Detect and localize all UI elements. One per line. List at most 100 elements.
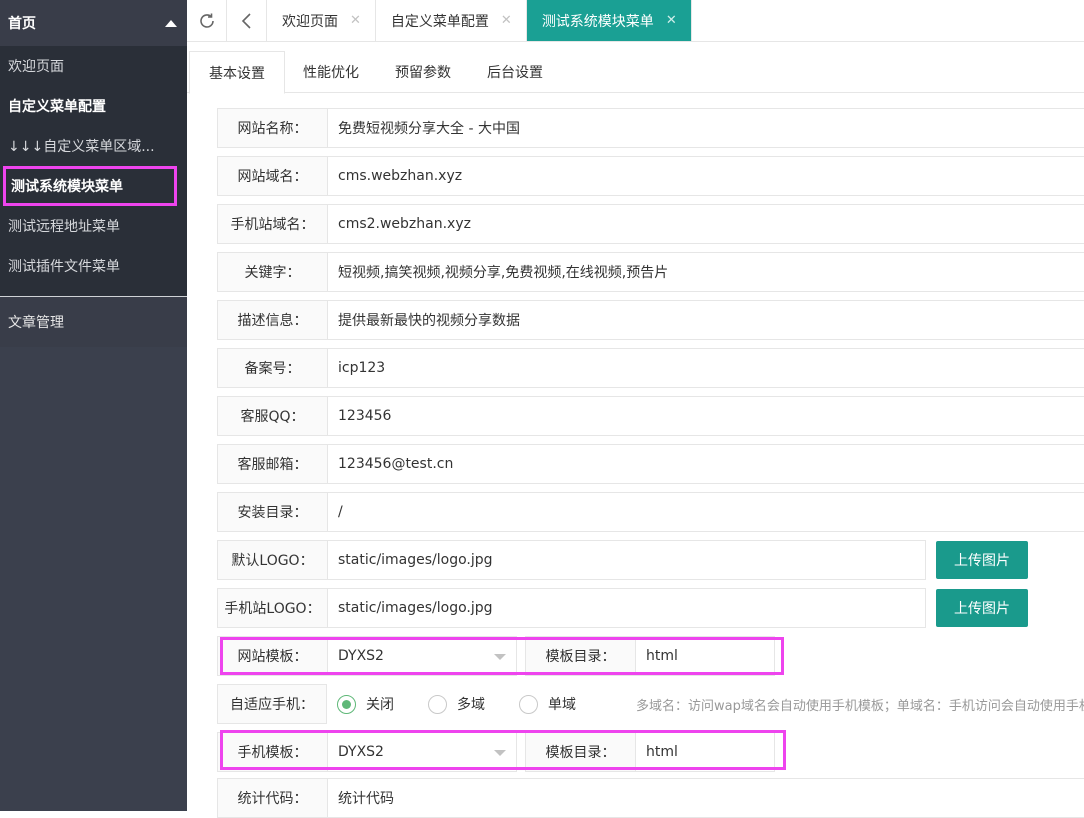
sidebar-item-label: 测试系统模块菜单 [11, 179, 123, 195]
sidebar-item-label: 测试插件文件菜单 [8, 259, 120, 275]
field-label: 关键字： [217, 252, 327, 292]
sidebar-header-home[interactable]: 首页 [0, 0, 187, 46]
sidebar-item-label: 欢迎页面 [8, 59, 64, 75]
sidebar-item-label: 文章管理 [8, 315, 64, 331]
tab-test-module[interactable]: 测试系统模块菜单 ✕ [526, 0, 692, 41]
email-input[interactable]: 123456@test.cn [327, 444, 1084, 484]
close-icon[interactable]: ✕ [350, 13, 361, 28]
qq-input[interactable]: 123456 [327, 396, 1084, 436]
site-domain-input[interactable]: cms.webzhan.xyz [327, 156, 1084, 196]
close-icon[interactable]: ✕ [501, 13, 512, 28]
sidebar-submenu: 欢迎页面 自定义菜单配置 ↓↓↓自定义菜单区域... 测试系统模块菜单 测试远程… [0, 46, 187, 296]
description-input[interactable]: 提供最新最快的视频分享数据 [327, 300, 1084, 340]
form-row-mobile-domain: 手机站域名： cms2.webzhan.xyz [217, 204, 1084, 244]
radio-option-off[interactable]: 关闭 [337, 694, 394, 714]
form-row-email: 客服邮箱： 123456@test.cn [217, 444, 1084, 484]
upload-mobile-logo-button[interactable]: 上传图片 [936, 589, 1028, 627]
tab-basic-settings[interactable]: 基本设置 [189, 51, 285, 94]
tab-label: 欢迎页面 [282, 13, 338, 30]
radio-unchecked-icon [428, 694, 447, 714]
refresh-icon[interactable] [187, 0, 227, 41]
sidebar-item-articles[interactable]: 文章管理 [0, 297, 187, 347]
site-name-input[interactable]: 免费短视频分享大全 - 大中国 [327, 108, 1084, 148]
radio-label: 多域 [457, 697, 485, 713]
mobile-template-select-value: DYXS2 [338, 744, 384, 760]
form-row-template: 网站模板： DYXS2 模板目录： html [217, 636, 775, 676]
field-label: 网站模板： [217, 636, 327, 676]
sidebar-empty-area [0, 347, 187, 811]
field-label: 客服邮箱： [217, 444, 327, 484]
field-label: 模板目录： [525, 732, 635, 772]
collapse-up-icon[interactable] [165, 19, 177, 27]
sidebar-item-test-plugin[interactable]: 测试插件文件菜单 [0, 246, 187, 286]
form-row-icp: 备案号： icp123 [217, 348, 1084, 388]
field-label: 模板目录： [525, 636, 635, 676]
radio-unchecked-icon [519, 694, 538, 714]
mobile-template-select[interactable]: DYXS2 [327, 732, 517, 772]
dropdown-caret-icon [494, 750, 506, 756]
radio-label: 单域 [548, 697, 576, 713]
sidebar-header-label: 首页 [8, 16, 36, 32]
upload-logo-button[interactable]: 上传图片 [936, 541, 1028, 579]
field-label: 统计代码： [217, 778, 327, 818]
tab-welcome[interactable]: 欢迎页面 ✕ [267, 0, 376, 41]
template-select[interactable]: DYXS2 [327, 636, 517, 676]
keywords-input[interactable]: 短视频,搞笑视频,视频分享,免费视频,在线视频,预告片 [327, 252, 1084, 292]
adaptive-hint-text: 多域名：访问wap域名会自动使用手机模板；单域名：手机访问会自动使用手机模板 [636, 698, 1084, 714]
tab-custom-menu[interactable]: 自定义菜单配置 ✕ [376, 0, 527, 41]
sidebar-item-label: ↓↓↓自定义菜单区域... [8, 139, 155, 155]
form-row-keywords: 关键字： 短视频,搞笑视频,视频分享,免费视频,在线视频,预告片 [217, 252, 1084, 292]
sidebar-item-label: 自定义菜单配置 [8, 99, 106, 115]
sidebar-item-custom-area[interactable]: ↓↓↓自定义菜单区域... [0, 126, 187, 166]
tab-label: 测试系统模块菜单 [541, 13, 654, 30]
template-select-value: DYXS2 [338, 648, 384, 664]
field-label: 手机站域名： [217, 204, 327, 244]
sidebar-item-test-remote[interactable]: 测试远程地址菜单 [0, 206, 187, 246]
form-row-description: 描述信息： 提供最新最快的视频分享数据 [217, 300, 1084, 340]
sidebar-item-label: 测试远程地址菜单 [8, 219, 120, 235]
tab-reserved-params[interactable]: 预留参数 [377, 51, 469, 93]
template-dir-input[interactable]: html [635, 636, 775, 676]
form-row-site-domain: 网站域名： cms.webzhan.xyz [217, 156, 1084, 196]
install-dir-input[interactable]: / [327, 492, 1084, 532]
tab-label: 预留参数 [395, 65, 451, 81]
close-icon[interactable]: ✕ [666, 13, 677, 28]
logo-input[interactable]: static/images/logo.jpg [327, 540, 926, 580]
field-label: 默认LOGO： [217, 540, 327, 580]
tab-bar: 欢迎页面 ✕ 自定义菜单配置 ✕ 测试系统模块菜单 ✕ [187, 0, 1084, 42]
radio-option-multi-domain[interactable]: 多域 [428, 694, 485, 714]
form-row-mobile-template: 手机模板： DYXS2 模板目录： html [217, 732, 775, 772]
dropdown-caret-icon [494, 654, 506, 660]
field-label: 备案号： [217, 348, 327, 388]
form-row-mobile-logo: 手机站LOGO： static/images/logo.jpg 上传图片 [217, 588, 1028, 628]
tab-label: 性能优化 [303, 65, 359, 81]
tab-performance[interactable]: 性能优化 [285, 51, 377, 93]
field-label: 网站域名： [217, 156, 327, 196]
mobile-logo-input[interactable]: static/images/logo.jpg [327, 588, 926, 628]
field-label: 客服QQ： [217, 396, 327, 436]
field-label: 手机模板： [217, 732, 327, 772]
stats-code-textarea[interactable]: 统计代码 [327, 778, 1084, 818]
mobile-domain-input[interactable]: cms2.webzhan.xyz [327, 204, 1084, 244]
form-row-stats: 统计代码： 统计代码 [217, 778, 1084, 818]
icp-input[interactable]: icp123 [327, 348, 1084, 388]
field-label: 描述信息： [217, 300, 327, 340]
form-row-adaptive: 自适应手机： 关闭 多域 单域 多域名：访问wap域名会自动使用手机模板；单域名… [217, 684, 1084, 724]
radio-label: 关闭 [366, 697, 394, 713]
chevron-left-icon[interactable] [227, 0, 267, 41]
tab-backend-settings[interactable]: 后台设置 [469, 51, 561, 93]
sidebar-item-test-module[interactable]: 测试系统模块菜单 [3, 166, 177, 206]
tab-label: 后台设置 [487, 65, 543, 81]
radio-option-single-domain[interactable]: 单域 [519, 694, 576, 714]
sidebar: 首页 欢迎页面 自定义菜单配置 ↓↓↓自定义菜单区域... 测试系统模块菜单 测… [0, 0, 187, 811]
radio-checked-icon [337, 694, 356, 714]
form-row-install-dir: 安装目录： / [217, 492, 1084, 532]
form-row-qq: 客服QQ： 123456 [217, 396, 1084, 436]
settings-tabs: 基本设置 性能优化 预留参数 后台设置 [187, 51, 1084, 94]
sidebar-item-welcome[interactable]: 欢迎页面 [0, 46, 187, 86]
sidebar-item-custom-menu[interactable]: 自定义菜单配置 [0, 86, 187, 126]
field-label: 自适应手机： [217, 684, 327, 724]
field-label: 网站名称： [217, 108, 327, 148]
form-row-site-name: 网站名称： 免费短视频分享大全 - 大中国 [217, 108, 1084, 148]
mobile-template-dir-input[interactable]: html [635, 732, 775, 772]
